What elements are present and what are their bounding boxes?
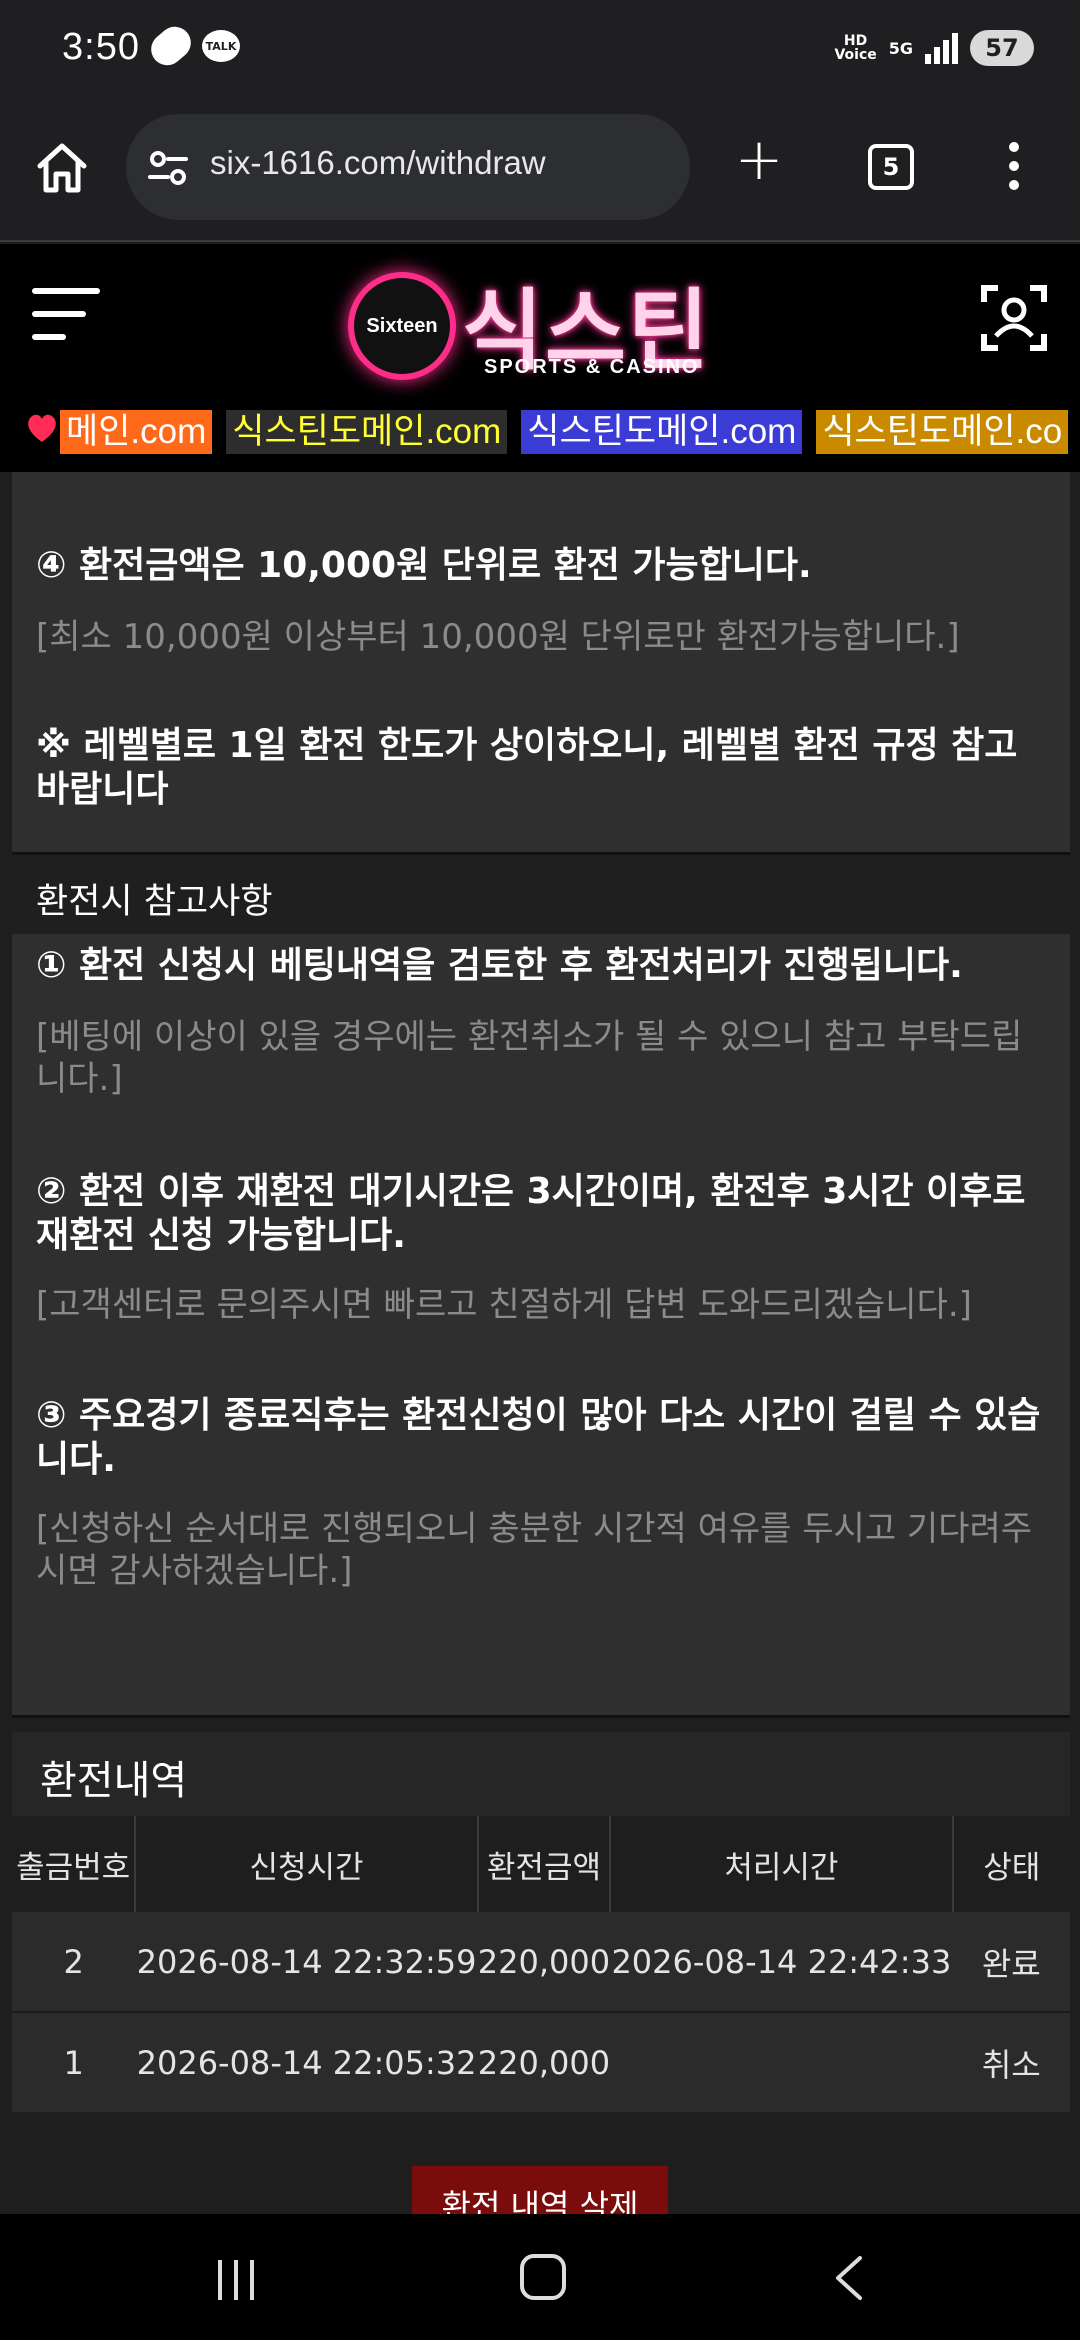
browser-toolbar: six-1616.com/withdraw + 5	[0, 100, 1080, 242]
profile-scan-icon[interactable]	[980, 284, 1048, 352]
row-process-time	[610, 2012, 953, 2112]
history-header: 환전내역	[12, 1732, 1070, 1816]
recent-apps-button[interactable]	[218, 2260, 264, 2300]
url-text: six-1616.com/withdraw	[210, 144, 546, 181]
status-bar: 3:50 TALK HD Voice 5G 57	[0, 0, 1080, 100]
ticker-domain-link[interactable]: 식스틴도메인.com	[226, 410, 508, 454]
new-tab-button[interactable]: +	[734, 130, 784, 188]
notification-icons: TALK	[144, 20, 240, 72]
note-2-heading: ② 환전 이후 재환전 대기시간은 3시간이며, 환전후 3시간 이후로 재환전…	[36, 1171, 1026, 1256]
row-status: 취소	[981, 2045, 1041, 2084]
col-amount: 환전금액	[477, 1816, 612, 1912]
pill-icon	[144, 20, 198, 72]
col-status: 상태	[952, 1816, 1070, 1912]
system-nav-bar	[0, 2214, 1080, 2340]
ticker-domain-link[interactable]: 식스틴도메인.com	[521, 410, 803, 454]
home-button[interactable]	[520, 2254, 566, 2300]
ticker-domain-link[interactable]: 메인.com	[60, 410, 213, 454]
row-request-time: 2026-08-14 22:32:59	[135, 1912, 478, 2013]
tab-switcher-button[interactable]: 5	[868, 144, 914, 190]
network-icon: 5G	[888, 38, 913, 58]
domain-ticker: 메인.com 식스틴도메인.com 식스틴도메인.com 식스틴도메인.co	[0, 396, 1080, 472]
note-1-heading: ① 환전 신청시 베팅내역을 검토한 후 환전처리가 진행됩니다.	[36, 945, 963, 986]
history-table-header-row: 출금번호 신청시간 환전금액 처리시간 상태	[12, 1816, 1070, 1912]
col-request-time: 신청시간	[135, 1816, 479, 1912]
notes-section-header: 환전시 참고사항	[12, 852, 1070, 934]
row-number: 1	[63, 2043, 84, 2082]
history-title: 환전내역	[40, 1758, 188, 1804]
row-number: 2	[12, 1912, 136, 2013]
note-2-detail: [고객센터로 문의주시면 빠르고 친절하게 답변 도와드리겠습니다.]	[36, 1285, 972, 1325]
history-table: 출금번호 신청시간 환전금액 처리시간 상태 2 2026-08-14 22:3…	[12, 1816, 1070, 2112]
address-bar[interactable]: six-1616.com/withdraw	[126, 114, 690, 220]
row-amount: 220,000	[477, 2043, 611, 2082]
level-limit-note: ※ 레벨별로 1일 환전 한도가 상이하오니, 레벨별 환전 규정 참고바랍니다	[36, 725, 1018, 810]
talk-icon: TALK	[202, 30, 240, 62]
back-icon[interactable]	[828, 2254, 868, 2302]
system-icons: HD Voice 5G 57	[834, 30, 1034, 66]
logo-subtitle: SPORTS & CASINO	[484, 356, 700, 378]
rule-4-detail: [최소 10,000원 이상부터 10,000원 단위로만 환전가능합니다.]	[36, 617, 960, 657]
col-withdraw-number: 출금번호	[12, 1816, 137, 1912]
status-time: 3:50	[62, 26, 140, 68]
table-row: 1 2026-08-14 22:05:32 220,000 취소	[12, 2012, 1070, 2112]
rule-4-heading: ④ 환전금액은 10,000원 단위로 환전 가능합니다.	[36, 545, 812, 586]
logo-badge: Sixteen	[348, 272, 456, 380]
note-3-heading: ③ 주요경기 종료직후는 환전신청이 많아 다소 시간이 걸릴 수 있습니다.	[36, 1395, 1041, 1480]
row-process-time: 2026-08-14 22:42:33	[610, 1912, 953, 2013]
hd-voice-icon: HD Voice	[834, 33, 877, 63]
browser-home-button[interactable]	[34, 140, 90, 196]
heart-icon	[28, 414, 56, 442]
site-logo[interactable]: Sixteen 식스틴 SPORTS & CASINO	[348, 266, 732, 382]
site-settings-icon[interactable]	[148, 148, 188, 188]
row-request-time: 2026-08-14 22:05:32	[136, 2043, 477, 2082]
note-3-detail: [신청하신 순서대로 진행되오니 충분한 시간적 여유를 두시고 기다려주시면 …	[36, 1509, 1033, 1591]
signal-icon	[925, 32, 958, 64]
row-status: 완료	[952, 1912, 1070, 2013]
note-1-detail: [베팅에 이상이 있을 경우에는 환전취소가 될 수 있으니 참고 부탁드립니다…	[36, 1017, 1023, 1099]
col-process-time: 처리시간	[610, 1816, 954, 1912]
notes-section-title: 환전시 참고사항	[36, 882, 273, 922]
browser-menu-button[interactable]	[1004, 142, 1024, 198]
hamburger-menu-icon[interactable]	[32, 288, 100, 344]
row-amount: 220,000	[477, 1912, 611, 2013]
withdraw-history: 환전내역 출금번호 신청시간 환전금액 처리시간 상태 2 2026-08-14…	[12, 1732, 1070, 2112]
table-row: 2 2026-08-14 22:32:59 220,000 2026-08-14…	[12, 1912, 1070, 2013]
home-icon	[37, 143, 87, 193]
ticker-domain-link[interactable]: 식스틴도메인.co	[816, 410, 1069, 454]
withdraw-rules-panel: ④ 환전금액은 10,000원 단위로 환전 가능합니다. [최소 10,000…	[12, 472, 1070, 1718]
ticker-track: 메인.com 식스틴도메인.com 식스틴도메인.com 식스틴도메인.co	[24, 410, 1069, 454]
site-header: Sixteen 식스틴 SPORTS & CASINO	[0, 244, 1080, 396]
battery-icon: 57	[970, 30, 1034, 66]
